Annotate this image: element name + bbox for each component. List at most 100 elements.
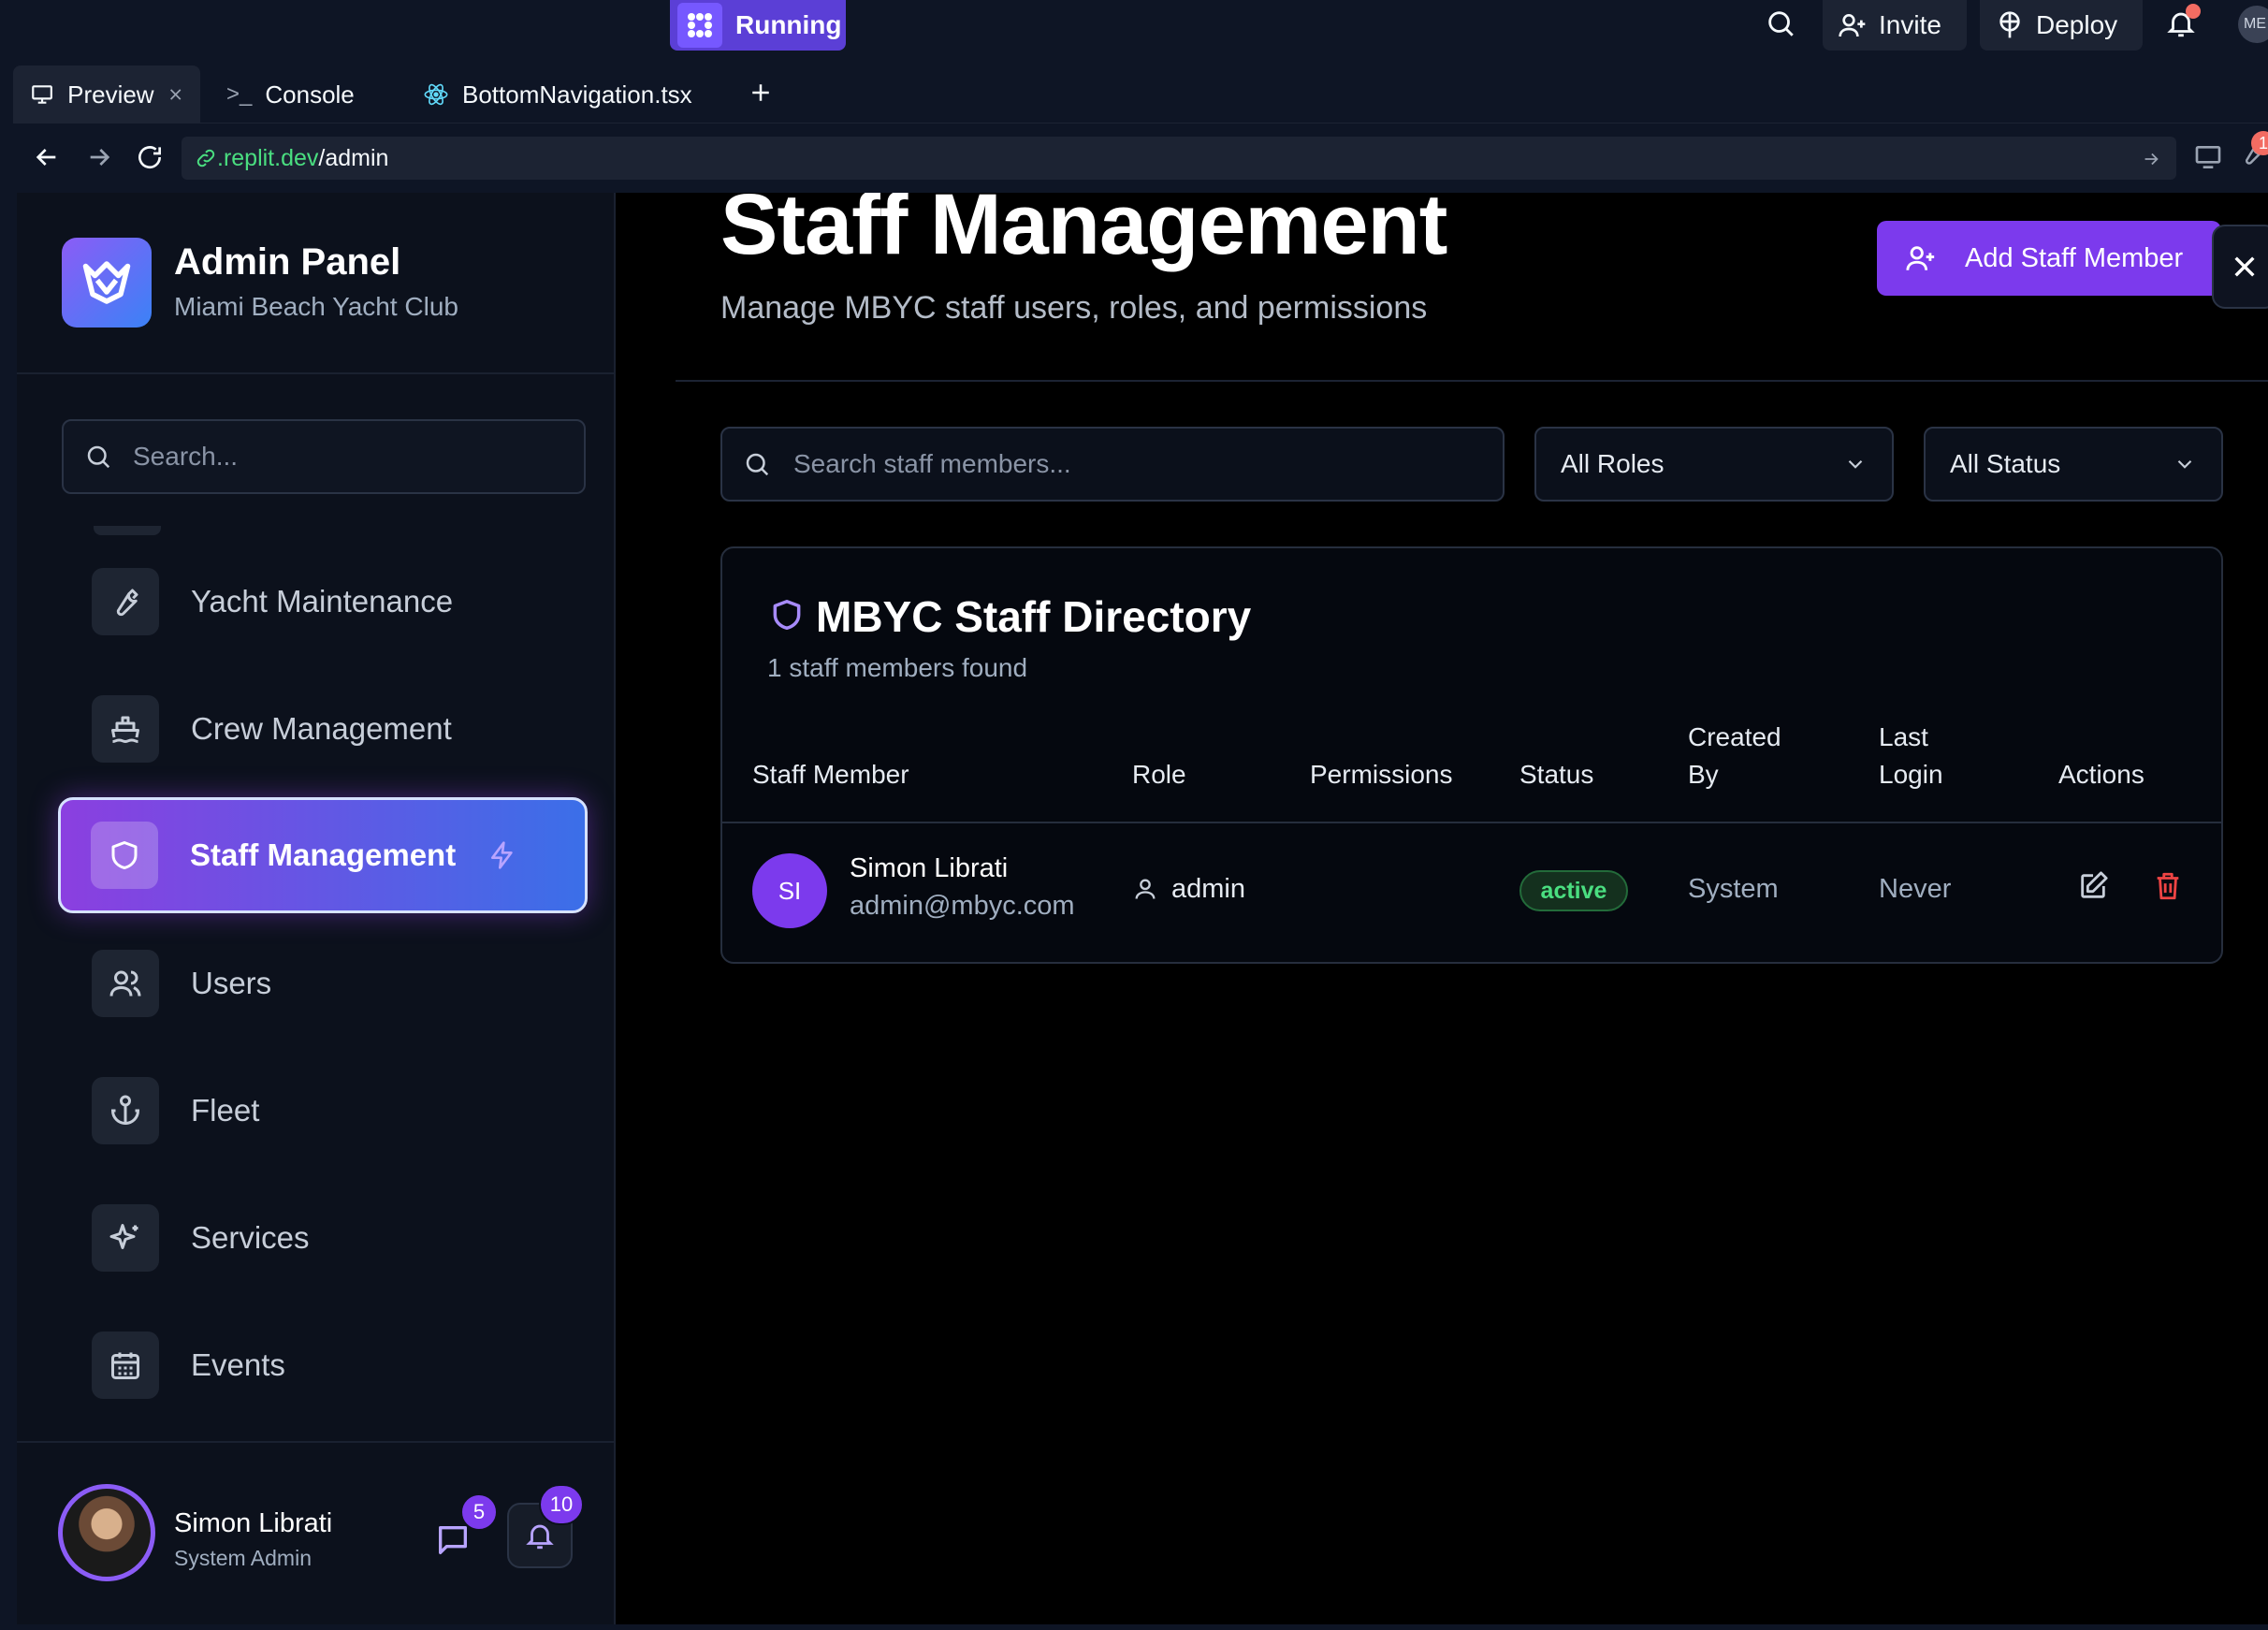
user-avatar[interactable] bbox=[58, 1484, 155, 1581]
divider bbox=[676, 380, 2268, 382]
user-name: Simon Librati bbox=[174, 1508, 333, 1538]
column-header-line: By bbox=[1688, 760, 1719, 789]
invite-button[interactable]: Invite bbox=[1823, 0, 1967, 51]
sidebar-item-label: Services bbox=[191, 1220, 310, 1255]
search-icon bbox=[87, 445, 110, 469]
user-plus-icon bbox=[1906, 246, 1935, 270]
sidebar-item-label: Staff Management bbox=[190, 837, 457, 872]
close-icon[interactable] bbox=[167, 85, 183, 104]
sidebar-item-label: Fleet bbox=[191, 1093, 260, 1128]
user-plus-icon bbox=[1839, 13, 1866, 37]
sidebar-item-label: Crew Management bbox=[191, 711, 452, 746]
invite-label: Invite bbox=[1879, 10, 1941, 39]
staff-avatar-initials: SI bbox=[752, 853, 827, 928]
tab-bottomnavigation[interactable]: BottomNavigation.tsx bbox=[406, 65, 724, 124]
user-role: System Admin bbox=[174, 1546, 312, 1570]
devtools-wrench-icon[interactable]: 1 bbox=[2238, 131, 2268, 168]
app-preview: Admin Panel Miami Beach Yacht Club Searc… bbox=[17, 193, 2268, 1624]
replit-logo-icon bbox=[677, 3, 722, 48]
delete-trash-icon[interactable] bbox=[2152, 870, 2184, 902]
status-filter-value: All Status bbox=[1950, 449, 2061, 478]
sparkles-icon bbox=[92, 1204, 159, 1272]
tab-console[interactable]: >_ Console bbox=[210, 65, 397, 124]
column-header-line: Last bbox=[1879, 722, 1928, 751]
role-filter-select[interactable]: All Roles bbox=[1534, 427, 1894, 502]
staff-search-placeholder: Search staff members... bbox=[793, 449, 1071, 478]
deploy-icon bbox=[1999, 11, 2020, 38]
staff-role: admin bbox=[1171, 874, 1245, 904]
profile-avatar[interactable]: ME bbox=[2238, 6, 2268, 43]
staff-email: admin@mbyc.com bbox=[850, 891, 1075, 921]
staff-search-input[interactable]: Search staff members... bbox=[720, 427, 1505, 502]
sidebar-item-staff-management[interactable]: Staff Management bbox=[58, 797, 588, 913]
url-bar[interactable]: .replit.dev /admin bbox=[182, 137, 2176, 180]
notifications-count-badge: 10 bbox=[539, 1484, 584, 1525]
url-path: /admin bbox=[318, 144, 389, 171]
search-icon[interactable] bbox=[1765, 7, 1796, 39]
deploy-button[interactable]: Deploy bbox=[1980, 0, 2143, 51]
sidebar-item-fleet[interactable]: Fleet bbox=[62, 1054, 586, 1168]
sidebar-item-users[interactable]: Users bbox=[62, 926, 586, 1041]
edit-icon[interactable] bbox=[2077, 870, 2109, 902]
sidebar-item-label: Events bbox=[191, 1347, 285, 1382]
close-panel-button[interactable] bbox=[2212, 225, 2268, 309]
status-badge: active bbox=[1519, 870, 1628, 911]
sidebar-search-input[interactable]: Search... bbox=[62, 419, 586, 494]
messages-count-badge: 5 bbox=[460, 1493, 498, 1531]
column-header-last-login[interactable]: Last Login bbox=[1879, 719, 1943, 793]
sidebar-item-events[interactable]: Events bbox=[62, 1308, 586, 1422]
run-button[interactable]: Running bbox=[670, 0, 846, 51]
tab-label: BottomNavigation.tsx bbox=[462, 80, 692, 109]
shield-icon bbox=[769, 597, 805, 633]
react-icon bbox=[424, 83, 448, 106]
column-header-actions: Actions bbox=[2058, 760, 2144, 789]
directory-count: 1 staff members found bbox=[767, 653, 1028, 682]
sidebar-item-crew-management[interactable]: Crew Management bbox=[62, 672, 586, 786]
column-header-line: Created bbox=[1688, 722, 1781, 751]
notification-dot bbox=[2186, 4, 2201, 19]
sidebar-search-placeholder: Search... bbox=[133, 442, 239, 471]
column-header-created-by[interactable]: Created By bbox=[1688, 719, 1781, 793]
sidebar-item-yacht-maintenance[interactable]: Yacht Maintenance bbox=[62, 545, 586, 659]
staff-name: Simon Librati bbox=[850, 853, 1009, 883]
column-header-line: Login bbox=[1879, 760, 1943, 789]
zap-icon bbox=[491, 841, 513, 869]
column-header-role[interactable]: Role bbox=[1132, 756, 1186, 793]
divider bbox=[17, 372, 614, 374]
messages-icon[interactable] bbox=[434, 1521, 472, 1559]
reload-icon[interactable] bbox=[135, 142, 165, 172]
role-filter-value: All Roles bbox=[1561, 449, 1665, 478]
url-row: .replit.dev /admin 1 bbox=[13, 125, 2268, 191]
sidebar-item-services[interactable]: Services bbox=[62, 1181, 586, 1295]
add-staff-label: Add Staff Member bbox=[1965, 242, 2184, 273]
directory-title: MBYC Staff Directory bbox=[816, 592, 1252, 641]
notifications-bell-icon[interactable] bbox=[2165, 4, 2201, 39]
chevron-down-icon bbox=[1848, 459, 1863, 469]
forward-arrow-icon[interactable] bbox=[84, 142, 114, 172]
url-host: .replit.dev bbox=[217, 144, 319, 171]
devices-icon[interactable] bbox=[2193, 142, 2223, 172]
staff-last-login: Never bbox=[1879, 874, 1952, 904]
wrench-icon bbox=[92, 568, 159, 635]
brand-logo[interactable] bbox=[62, 238, 152, 327]
add-staff-member-button[interactable]: Add Staff Member bbox=[1877, 221, 2221, 296]
users-icon bbox=[92, 950, 159, 1017]
status-filter-select[interactable]: All Status bbox=[1924, 427, 2223, 502]
back-arrow-icon[interactable] bbox=[32, 142, 62, 172]
column-header-permissions[interactable]: Permissions bbox=[1310, 756, 1452, 793]
staff-directory-card: MBYC Staff Directory 1 staff members fou… bbox=[720, 546, 2223, 964]
workspace-tabs: Preview >_ Console BottomNavigation.tsx bbox=[13, 65, 2268, 124]
monitor-icon bbox=[32, 85, 52, 104]
open-external-arrow-icon[interactable] bbox=[2141, 149, 2161, 169]
column-header-staff-member[interactable]: Staff Member bbox=[752, 756, 909, 793]
staff-created-by: System bbox=[1688, 874, 1779, 904]
deploy-label: Deploy bbox=[2036, 10, 2118, 39]
search-icon bbox=[746, 453, 769, 476]
run-label: Running bbox=[735, 10, 842, 39]
tab-preview[interactable]: Preview bbox=[13, 65, 200, 124]
replit-topbar: Running Invite Deploy ME bbox=[0, 0, 2268, 64]
column-header-status[interactable]: Status bbox=[1519, 756, 1593, 793]
ship-icon bbox=[92, 695, 159, 763]
new-tab-plus-icon[interactable] bbox=[747, 79, 775, 107]
sidebar-item-label: Yacht Maintenance bbox=[191, 584, 454, 619]
